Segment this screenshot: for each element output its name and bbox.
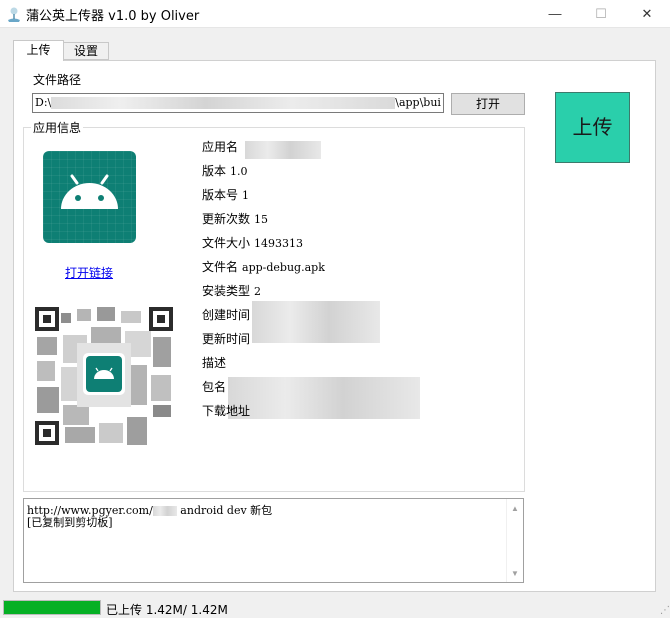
info-value: 1.0 — [230, 165, 248, 178]
info-label: 下载地址 — [202, 404, 251, 418]
info-label: 版本号 — [202, 188, 239, 202]
log-line-2: [已复制到剪切板] — [27, 516, 113, 529]
upload-button[interactable]: 上传 — [555, 92, 630, 163]
info-created-time: 创建时间 — [202, 306, 254, 323]
window-title: 蒲公英上传器 v1.0 by Oliver — [26, 9, 200, 24]
info-value: app-debug.apk — [242, 261, 325, 274]
minimize-button[interactable]: — — [532, 0, 578, 28]
tab-settings[interactable]: 设置 — [63, 42, 109, 60]
scroll-down-icon[interactable]: ▼ — [511, 569, 519, 578]
info-file-name: 文件名 app-debug.apk — [202, 258, 325, 275]
file-path-prefix: D:\ — [35, 96, 52, 109]
info-label: 描述 — [202, 356, 227, 370]
info-label: 包名 — [202, 380, 227, 394]
log-textarea[interactable]: http://www.pgyer.com/ android dev 新包 [已复… — [23, 498, 524, 583]
app-icon — [43, 151, 136, 243]
status-text: 已上传 1.42M/ 1.42M — [106, 603, 228, 617]
scroll-up-icon[interactable]: ▲ — [511, 504, 519, 513]
redacted-log-id — [152, 506, 177, 516]
open-file-button[interactable]: 打开 — [451, 93, 525, 115]
app-logo-icon — [8, 7, 20, 22]
info-label: 文件大小 — [202, 236, 251, 250]
redacted-path — [51, 97, 396, 109]
redacted-app-name — [245, 141, 321, 159]
file-path-suffix: \app\bui — [395, 96, 441, 109]
upload-progress-bar — [3, 600, 101, 615]
info-value: 2 — [254, 285, 262, 298]
info-update-count: 更新次数 15 — [202, 210, 268, 227]
info-label: 安装类型 — [202, 284, 251, 298]
info-label: 版本 — [202, 164, 227, 178]
info-file-size: 文件大小 1493313 — [202, 234, 303, 251]
info-install-type: 安装类型 2 — [202, 282, 261, 299]
info-download-url: 下载地址 — [202, 402, 254, 419]
info-package-name: 包名 — [202, 378, 230, 395]
info-label: 创建时间 — [202, 308, 251, 322]
log-message: android dev 新包 — [180, 504, 273, 517]
info-label: 更新次数 — [202, 212, 251, 226]
info-label: 应用名 — [202, 140, 239, 154]
info-version: 版本 1.0 — [202, 162, 248, 179]
file-path-label: 文件路径 — [33, 73, 82, 87]
redacted-package-and-url — [228, 377, 420, 419]
log-scrollbar[interactable]: ▲ ▼ — [506, 499, 523, 582]
title-bar: 蒲公英上传器 v1.0 by Oliver — ☐ ✕ — [0, 0, 670, 28]
qr-code — [33, 305, 175, 447]
file-path-input[interactable]: D:\ \app\bui — [32, 93, 444, 113]
open-link[interactable]: 打开链接 — [65, 264, 113, 281]
info-label: 文件名 — [202, 260, 239, 274]
redacted-times — [252, 301, 380, 343]
info-app-name: 应用名 — [202, 138, 242, 155]
maximize-button[interactable]: ☐ — [578, 0, 624, 28]
progress-fill — [4, 601, 100, 614]
info-build-number: 版本号 1 — [202, 186, 249, 203]
resize-grip-icon[interactable]: ⋰ — [660, 605, 670, 616]
tab-upload[interactable]: 上传 — [13, 40, 64, 61]
close-button[interactable]: ✕ — [624, 0, 670, 28]
app-info-title: 应用信息 — [31, 119, 84, 136]
info-updated-time: 更新时间 — [202, 330, 254, 347]
android-icon — [61, 174, 118, 209]
info-label: 更新时间 — [202, 332, 251, 346]
info-description: 描述 — [202, 354, 230, 371]
info-value: 15 — [254, 213, 269, 226]
upload-tab-panel: 文件路径 D:\ \app\bui 打开 上传 应用信息 打开链接 应用名 版本… — [13, 60, 656, 592]
info-value: 1 — [242, 189, 250, 202]
info-value: 1493313 — [254, 237, 304, 250]
